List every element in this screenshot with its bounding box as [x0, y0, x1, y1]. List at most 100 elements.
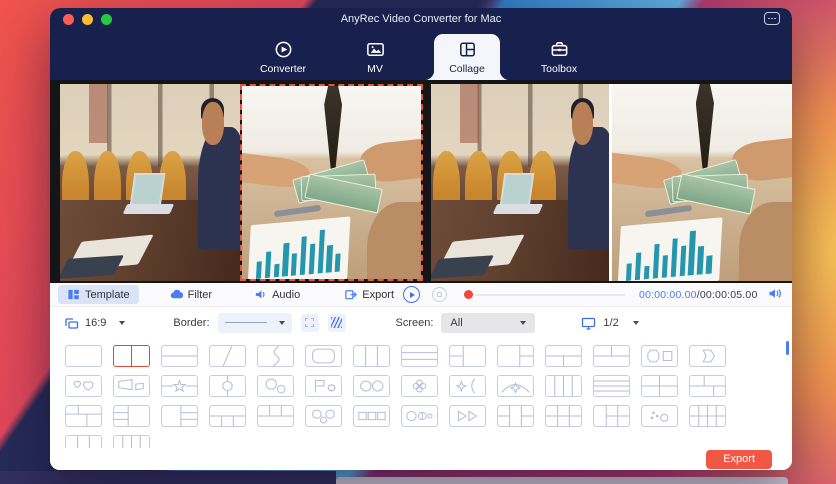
- collage-cell-money-selected[interactable]: [239, 84, 423, 281]
- tool-tab-template-label: Template: [85, 288, 130, 301]
- feedback-icon[interactable]: [764, 12, 780, 25]
- grid-scrollbar-thumb[interactable]: [786, 341, 789, 355]
- tab-converter-label: Converter: [259, 63, 307, 75]
- template-item-dots-circle[interactable]: [641, 405, 678, 427]
- tab-collage[interactable]: Collage: [424, 34, 510, 80]
- aspect-ratio-value: 16:9: [85, 316, 107, 329]
- template-item-pentagon-frame[interactable]: [689, 345, 726, 367]
- template-item-circles-pair[interactable]: [353, 375, 390, 397]
- template-item-left-big-right-2rows[interactable]: [161, 405, 198, 427]
- person-head: [201, 101, 224, 146]
- template-item-grid-4x2[interactable]: [689, 405, 726, 427]
- tool-tab-filter[interactable]: Filter: [161, 285, 221, 304]
- collage-cell-office[interactable]: [60, 84, 240, 281]
- tool-tab-template[interactable]: Template: [58, 285, 139, 304]
- template-item-blank[interactable]: [65, 345, 102, 367]
- template-item-split-3v[interactable]: [353, 345, 390, 367]
- office-photo: [60, 84, 240, 281]
- tab-converter[interactable]: Converter: [250, 30, 316, 80]
- play-button[interactable]: [403, 286, 421, 303]
- template-item-split-4v[interactable]: [113, 435, 150, 448]
- template-item-split-2v[interactable]: [113, 345, 150, 367]
- preview-area: [50, 80, 792, 283]
- template-item-rounded-frame[interactable]: [305, 345, 342, 367]
- border-line-sample: [224, 321, 267, 324]
- template-item-octagon-square[interactable]: [641, 345, 678, 367]
- tab-toolbox[interactable]: Toolbox: [526, 30, 592, 80]
- template-item-left-2rows-right-big[interactable]: [113, 405, 150, 427]
- template-item-circles-trio[interactable]: [305, 405, 342, 427]
- office-chair: [464, 150, 492, 205]
- border-dashed-toggle[interactable]: [300, 313, 319, 332]
- template-item-curve-split[interactable]: [257, 345, 294, 367]
- template-item-star-line[interactable]: [161, 375, 198, 397]
- template-item-diagonal-split[interactable]: [209, 345, 246, 367]
- aspect-ratio-dropdown[interactable]: 16:9: [64, 316, 126, 330]
- border-style-dropdown[interactable]: [217, 312, 292, 333]
- tool-tab-audio-label: Audio: [272, 288, 301, 301]
- nav-tabbar: Converter MV Collage Toolbox: [50, 30, 792, 80]
- template-item-trapezoids[interactable]: [113, 375, 150, 397]
- template-item-left-col-grid[interactable]: [593, 405, 630, 427]
- necktie: [695, 84, 714, 171]
- tab-mv[interactable]: MV: [342, 30, 408, 80]
- template-item-circle-split-dot[interactable]: [401, 405, 438, 427]
- laptop-screen: [499, 172, 535, 207]
- app-window: AnyRec Video Converter for Mac Converter…: [50, 8, 792, 470]
- template-item-split-3h[interactable]: [401, 345, 438, 367]
- template-item-split-4v[interactable]: [545, 375, 582, 397]
- playback-controls: 00:00:00.00/00:00:05.00: [403, 286, 792, 303]
- tab-collage-label: Collage: [449, 63, 485, 75]
- page-indicator-value: 1/2: [603, 316, 619, 329]
- page-selector[interactable]: 1/2: [581, 316, 639, 330]
- template-item-split-2h[interactable]: [161, 345, 198, 367]
- template-item-flag-gear[interactable]: [305, 375, 342, 397]
- total-time: 00:00:05.00: [699, 288, 758, 301]
- template-item-grid-corner[interactable]: [65, 405, 102, 427]
- template-item-split-3v[interactable]: [65, 435, 102, 448]
- collage-editor-panel: [60, 84, 423, 281]
- template-item-burst-curve[interactable]: [449, 375, 486, 397]
- playhead-dot[interactable]: [464, 290, 474, 299]
- template-item-grid-3x2[interactable]: [545, 405, 582, 427]
- aspect-ratio-icon: [65, 317, 79, 329]
- template-item-arc-star[interactable]: [497, 375, 534, 397]
- collage-preview-panel: [431, 84, 792, 281]
- background-window-light: [336, 477, 788, 484]
- export-arrow-icon: [345, 290, 358, 300]
- template-icon: [68, 289, 79, 300]
- template-item-top-split-bottom-full[interactable]: [593, 345, 630, 367]
- template-item-grid-2x2[interactable]: [641, 375, 678, 397]
- template-item-left-big-right-split[interactable]: [497, 345, 534, 367]
- tool-tab-export[interactable]: Export: [335, 285, 403, 304]
- template-item-hearts[interactable]: [65, 375, 102, 397]
- control-bar: Template Filter Audio Export 00:00:00.00…: [50, 283, 792, 307]
- right-forearm: [367, 201, 421, 279]
- template-item-circles-duo[interactable]: [257, 375, 294, 397]
- tab-mv-label: MV: [367, 63, 383, 75]
- template-item-top-full-bottom-split[interactable]: [545, 345, 582, 367]
- template-item-split-4h[interactable]: [593, 375, 630, 397]
- export-button[interactable]: Export: [706, 449, 772, 469]
- border-pattern-toggle[interactable]: [327, 313, 346, 332]
- template-item-grid-offset[interactable]: [689, 375, 726, 397]
- volume-button[interactable]: [768, 287, 782, 303]
- mv-icon: [366, 43, 384, 56]
- template-item-circle-line[interactable]: [209, 375, 246, 397]
- seek-bar[interactable]: [464, 290, 626, 299]
- template-item-squares-trio[interactable]: [353, 405, 390, 427]
- border-caret-icon: [278, 320, 285, 325]
- tool-tab-audio[interactable]: Audio: [245, 285, 309, 304]
- necktie: [324, 86, 343, 171]
- template-item-left-split-right-big[interactable]: [449, 345, 486, 367]
- screen-dropdown[interactable]: All: [441, 312, 536, 333]
- template-item-triangles-duo[interactable]: [449, 405, 486, 427]
- person-body: [198, 127, 240, 250]
- border-label: Border:: [173, 316, 210, 329]
- template-item-cols-outer-split[interactable]: [497, 405, 534, 427]
- current-time: 00:00:00.00: [639, 288, 697, 301]
- template-item-top-full-bottom-3[interactable]: [209, 405, 246, 427]
- stop-button[interactable]: [432, 287, 448, 302]
- template-item-top-3-bottom-full[interactable]: [257, 405, 294, 427]
- template-item-clover[interactable]: [401, 375, 438, 397]
